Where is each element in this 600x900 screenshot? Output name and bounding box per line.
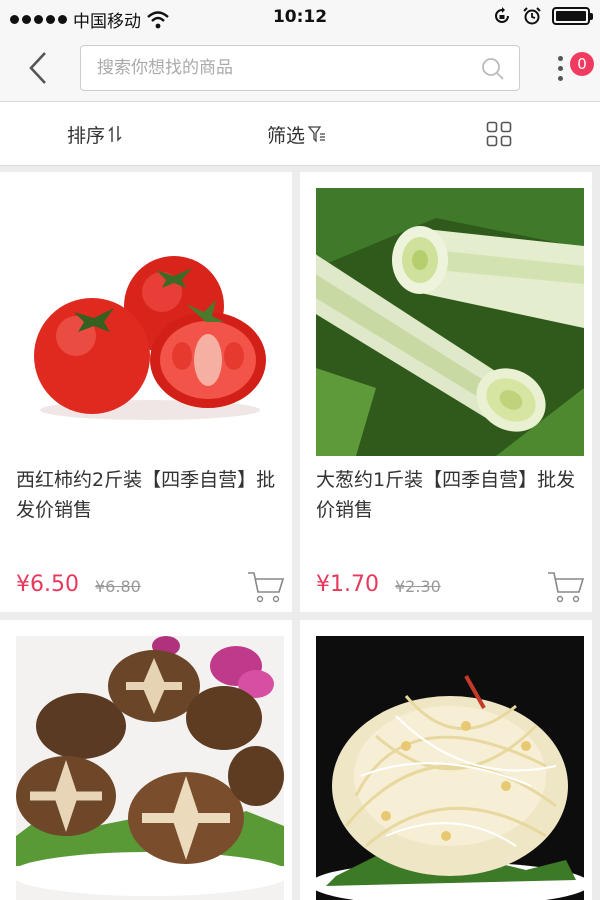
battery-icon: [552, 7, 593, 25]
product-original-price: ¥6.80: [95, 577, 141, 596]
add-to-cart-icon[interactable]: [247, 570, 285, 604]
top-nav-bar: 0: [0, 34, 600, 102]
orientation-lock-icon: [495, 7, 509, 23]
search-icon[interactable]: [481, 57, 505, 81]
product-original-price: ¥2.30: [395, 577, 441, 596]
product-image-scallion[interactable]: [316, 188, 584, 456]
product-card[interactable]: 西红柿约2斤装【四季自营】批发价销售 ¥6.50 ¥6.80: [0, 172, 292, 612]
status-bar: 中国移动 10:12: [0, 0, 600, 34]
filter-funnel-icon: [308, 126, 326, 143]
product-price: ¥6.50: [16, 572, 79, 597]
product-card[interactable]: [0, 620, 292, 900]
sort-arrows-icon: [108, 126, 122, 142]
product-card[interactable]: 大葱约1斤装【四季自营】批发价销售 ¥1.70 ¥2.30: [300, 172, 592, 612]
search-box[interactable]: [80, 45, 520, 91]
sort-label: 排序: [67, 124, 106, 147]
sort-button[interactable]: 排序: [67, 102, 122, 166]
filter-bar: 排序 筛选: [0, 102, 600, 166]
chevron-left-icon: [29, 52, 46, 84]
grid-view-icon: [486, 121, 512, 147]
alarm-icon: [523, 7, 541, 25]
search-input[interactable]: [81, 46, 461, 90]
cart-count-badge: 0: [570, 52, 594, 76]
grid-view-toggle[interactable]: [486, 102, 512, 166]
product-price: ¥1.70: [316, 572, 379, 597]
product-card[interactable]: [300, 620, 592, 900]
back-button[interactable]: [18, 48, 58, 88]
product-image-shiitake-mushroom[interactable]: [16, 636, 284, 900]
product-title[interactable]: 大葱约1斤装【四季自营】批发价销售: [316, 465, 578, 525]
filter-label: 筛选: [267, 124, 306, 147]
product-image-bean-sprouts[interactable]: [316, 636, 584, 900]
add-to-cart-icon[interactable]: [547, 570, 585, 604]
product-image-tomato[interactable]: [16, 188, 284, 456]
filter-button[interactable]: 筛选: [267, 102, 326, 166]
product-title[interactable]: 西红柿约2斤装【四季自营】批发价销售: [16, 465, 278, 525]
more-menu-button[interactable]: [548, 50, 572, 86]
